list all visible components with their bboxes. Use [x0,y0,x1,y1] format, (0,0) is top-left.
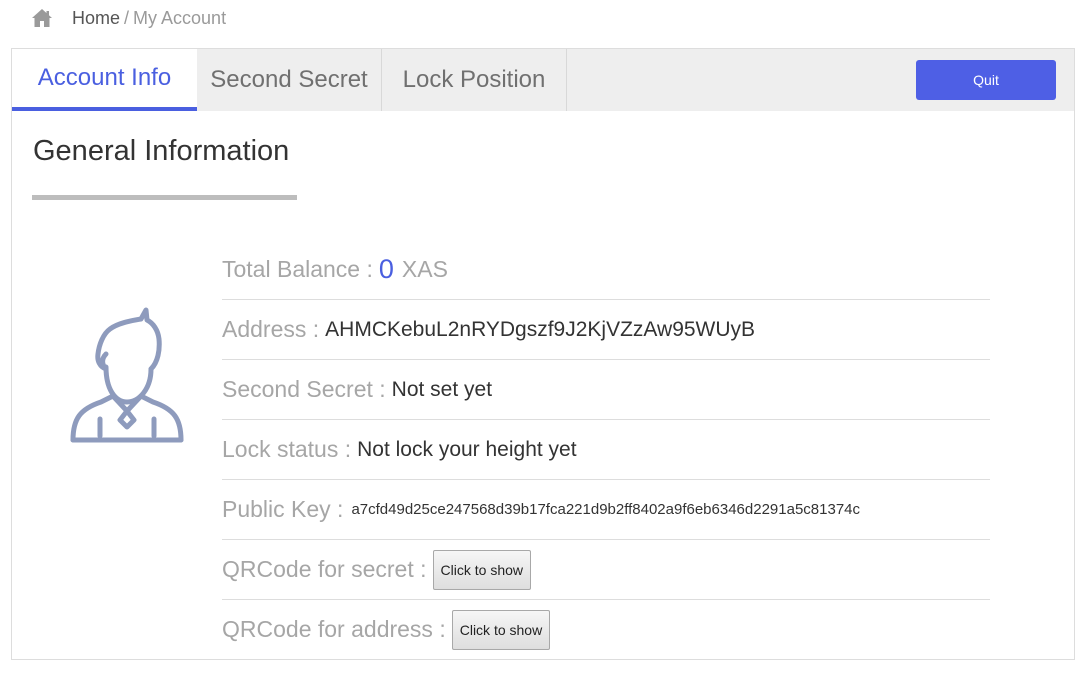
tab-lock-position[interactable]: Lock Position [382,49,567,111]
breadcrumb-separator: / [124,7,130,28]
second-secret-label: Second Secret : [222,376,386,402]
second-secret-value: Not set yet [391,377,493,401]
lock-status-label: Lock status : [222,436,352,462]
show-address-qr-button[interactable]: Click to show [451,609,551,650]
section-title: General Information [33,135,290,167]
quit-button[interactable]: Quit [916,60,1056,100]
info-row-second-secret: Second Secret : Not set yet [222,360,990,420]
address-value: AHMCKebuL2nRYDgszf9J2KjVZzAw95WUyB [325,317,756,341]
tab-bar: Account Info Second Secret Lock Position… [12,49,1074,111]
info-row-qr-address: QRCode for address : Click to show [222,600,990,659]
account-info-list: Total Balance : 0 XAS Address : AHMCKebu… [222,240,990,659]
home-icon[interactable] [31,8,53,28]
breadcrumb-home-link[interactable]: Home [72,8,120,29]
user-avatar-icon [68,307,186,445]
title-underline [32,195,297,200]
info-row-balance: Total Balance : 0 XAS [222,240,990,300]
info-row-public-key: Public Key : a7cfd49d25ce247568d39b17fca… [222,480,990,540]
public-key-value: a7cfd49d25ce247568d39b17fca221d9b2ff8402… [351,501,861,518]
info-row-address: Address : AHMCKebuL2nRYDgszf9J2KjVZzAw95… [222,300,990,360]
info-row-qr-secret: QRCode for secret : Click to show [222,540,990,600]
balance-label: Total Balance : [222,256,373,282]
breadcrumb: Home / My Account [31,4,226,32]
qr-secret-label: QRCode for secret : [222,556,427,582]
balance-unit: XAS [401,256,448,282]
info-row-lock-status: Lock status : Not lock your height yet [222,420,990,480]
tab-second-secret[interactable]: Second Secret [197,49,382,111]
show-secret-qr-button[interactable]: Click to show [432,549,531,590]
account-panel: Account Info Second Secret Lock Position… [11,48,1075,660]
address-label: Address : [222,316,320,342]
breadcrumb-current: My Account [133,7,227,28]
public-key-label: Public Key : [222,496,344,522]
tab-account-info[interactable]: Account Info [12,49,197,111]
lock-status-value: Not lock your height yet [357,437,577,461]
balance-value: 0 [378,254,394,284]
qr-address-label: QRCode for address : [222,616,446,642]
